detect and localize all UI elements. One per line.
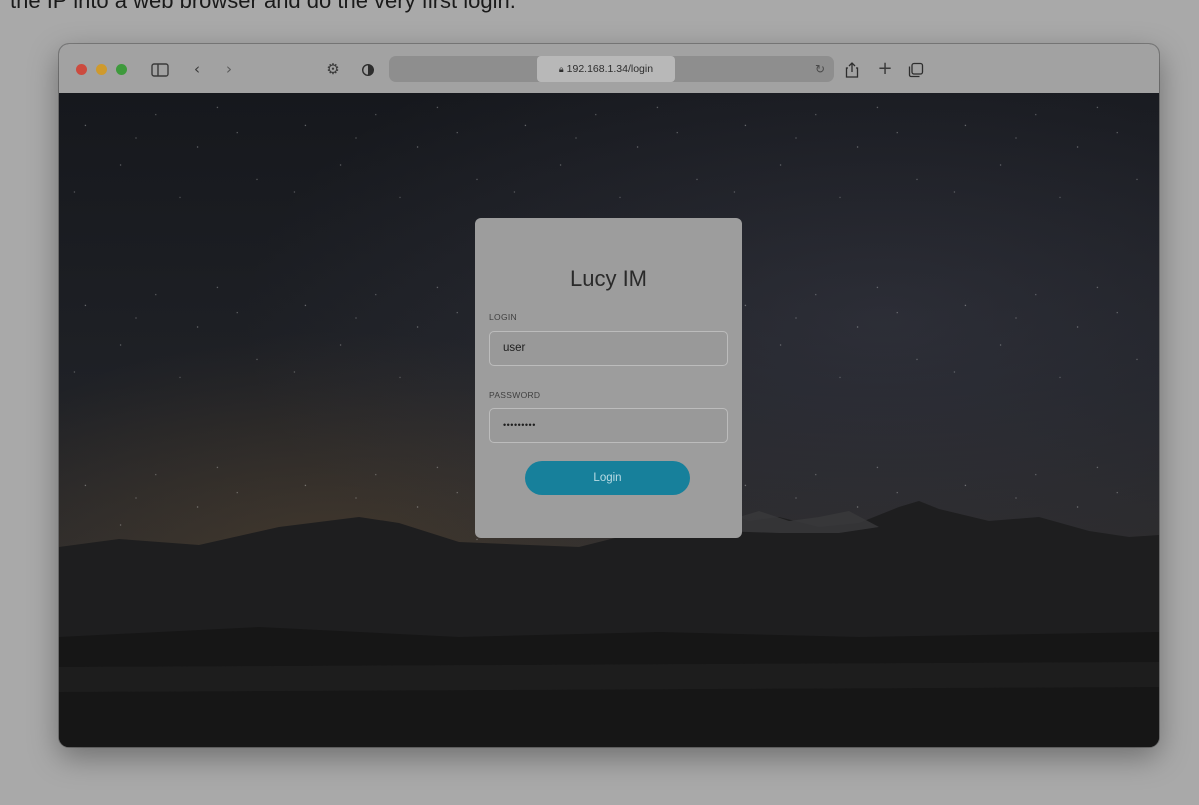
forward-icon[interactable]: › (220, 57, 238, 81)
page-caption: the IP into a web browser and do the ver… (10, 0, 516, 13)
settings-icon[interactable]: ⚙ (323, 57, 343, 81)
minimize-window-button[interactable] (96, 64, 107, 75)
lock-icon: 🔒︎ (558, 64, 564, 74)
sidebar-icon[interactable] (149, 57, 171, 81)
maximize-window-button[interactable] (116, 64, 127, 75)
app-title: Lucy IM (569, 266, 648, 291)
password-label: PASSWORD (489, 390, 541, 400)
browser-toolbar: ‹ › ⚙ 🔒︎ 192.168.1.34/login ↻ + (59, 44, 1159, 94)
login-card: Lucy IM LOGIN user PASSWORD ••••••••• Lo… (475, 218, 742, 538)
login-input-value: user (503, 342, 526, 354)
address-field[interactable]: 🔒︎ 192.168.1.34/login (537, 56, 675, 82)
reload-icon[interactable]: ↻ (815, 56, 825, 82)
page-viewport: Lucy IM LOGIN user PASSWORD ••••••••• Lo… (59, 93, 1159, 747)
new-tab-icon[interactable]: + (875, 57, 895, 81)
login-button[interactable]: Login (525, 461, 690, 495)
url-display: 🔒︎ 192.168.1.34/login (537, 56, 675, 82)
browser-window: ‹ › ⚙ 🔒︎ 192.168.1.34/login ↻ + Lucy IM … (59, 44, 1159, 747)
login-label: LOGIN (489, 312, 517, 322)
shield-icon[interactable] (358, 57, 378, 81)
password-input[interactable]: ••••••••• (489, 408, 728, 443)
password-input-value: ••••••••• (503, 420, 536, 430)
url-text: 192.168.1.34/login (566, 63, 654, 75)
close-window-button[interactable] (76, 64, 87, 75)
tabs-icon[interactable] (906, 57, 926, 81)
back-icon[interactable]: ‹ (188, 57, 206, 81)
address-bar[interactable]: 🔒︎ 192.168.1.34/login (389, 56, 834, 82)
login-input[interactable]: user (489, 331, 728, 366)
share-icon[interactable] (842, 57, 862, 81)
